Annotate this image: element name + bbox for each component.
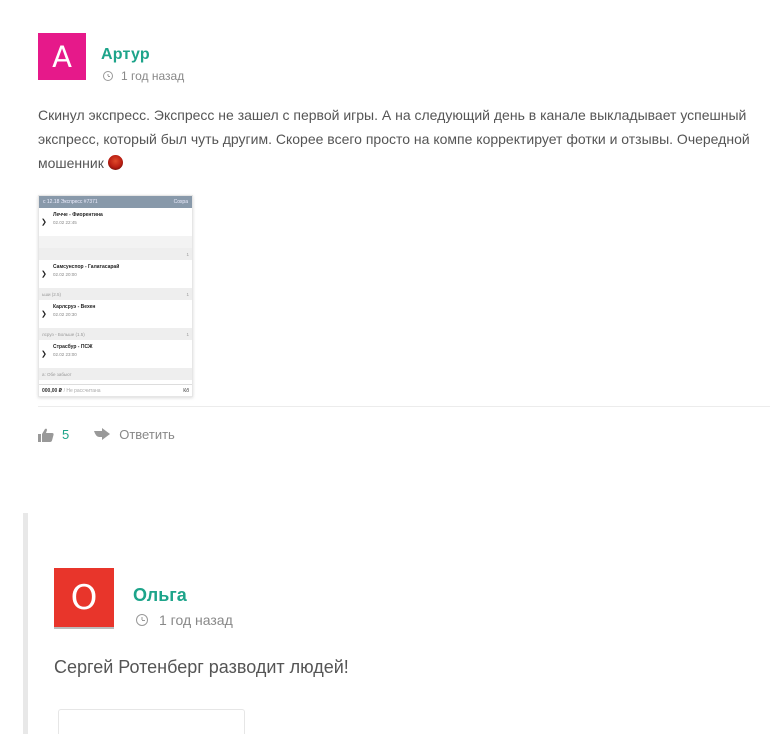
attachment-header-right: Сохра <box>173 199 188 205</box>
comment-attachment-image[interactable]: с 12.18 Экспресс #7371 Сохра ❯ Лечче - Ф… <box>38 195 193 397</box>
match-date: 02.02 22:45 <box>53 220 77 225</box>
attachment-footer-right: Кő <box>183 387 189 394</box>
reply-button[interactable]: Ответить <box>119 427 175 442</box>
match-arrow-icon: ❯ <box>41 271 47 278</box>
comment-author[interactable]: Артур <box>101 46 150 64</box>
thumbs-up-icon[interactable] <box>38 428 54 442</box>
attachment-spacer <box>39 236 192 248</box>
match-arrow-icon: ❯ <box>41 351 47 358</box>
comment-time: 1 год назад <box>159 612 233 628</box>
attachment-footer: 000,00 ₽ / Не рассчитана Кő <box>39 384 192 396</box>
comment-time: 1 год назад <box>121 69 185 83</box>
angry-face-icon <box>107 155 123 170</box>
match-name: Страсбур - ПСЖ <box>53 344 93 350</box>
match-date: 02.02 23:00 <box>53 352 77 357</box>
comment-divider <box>38 406 770 407</box>
bet-value: 1 <box>186 251 189 257</box>
like-count: 5 <box>62 427 70 442</box>
attachment-status: / Не рассчитана <box>63 387 101 394</box>
bet-value: 1 <box>186 331 189 337</box>
attachment-match: ❯ Лечче - Фиорентина 02.02 22:45 <box>39 208 192 236</box>
attachment-footer-left: 000,00 ₽ / Не рассчитана <box>42 388 101 394</box>
comment-actions: 5 Ответить <box>38 427 175 442</box>
comment-text: Скинул экспресс. Экспресс не зашел с пер… <box>38 103 763 175</box>
attachment-bet: а: Обе забьют <box>39 368 192 380</box>
attachment-bet: 1 <box>39 248 192 260</box>
attachment-match: ❯ Самсунспор - Галатасарай 02.02 20:00 <box>39 260 192 288</box>
bet-value: 1 <box>186 291 189 297</box>
match-arrow-icon: ❯ <box>41 311 47 318</box>
comment-attachment-image[interactable] <box>58 709 245 734</box>
attachment-header: с 12.18 Экспресс #7371 Сохра <box>39 196 192 208</box>
comment-text-body: Скинул экспресс. Экспресс не зашел с пер… <box>38 107 750 171</box>
match-name: Самсунспор - Галатасарай <box>53 264 120 270</box>
match-date: 02.02 20:30 <box>53 312 77 317</box>
comment-text: Сергей Ротенберг разводит людей! <box>54 657 349 677</box>
reply-icon[interactable] <box>93 428 111 441</box>
reply-thread-line <box>23 513 28 734</box>
avatar[interactable]: О <box>54 568 114 629</box>
bet-label: ьши (2.5) <box>42 291 61 297</box>
clock-icon <box>103 71 113 81</box>
match-name: Лечче - Фиорентина <box>53 212 103 218</box>
clock-icon <box>136 614 148 626</box>
attachment-match: ❯ Страсбур - ПСЖ 02.02 23:00 <box>39 340 192 368</box>
attachment-header-left: с 12.18 Экспресс #7371 <box>43 199 98 205</box>
match-date: 02.02 20:00 <box>53 272 77 277</box>
attachment-amount: 000,00 ₽ <box>42 387 63 394</box>
avatar[interactable]: А <box>38 33 86 80</box>
comment-meta: 1 год назад <box>103 69 184 83</box>
attachment-match: ❯ Карлсруэ - Вехен 02.02 20:30 <box>39 300 192 328</box>
bet-label: а: Обе забьют <box>42 371 72 377</box>
match-arrow-icon: ❯ <box>41 219 47 226</box>
match-name: Карлсруэ - Вехен <box>53 304 96 310</box>
bet-label: лсруэ - Больше (1.5) <box>42 331 85 337</box>
attachment-bet: ьши (2.5) 1 <box>39 288 192 300</box>
comment-author[interactable]: Ольга <box>133 585 187 606</box>
attachment-bet: лсруэ - Больше (1.5) 1 <box>39 328 192 340</box>
comment-meta: 1 год назад <box>136 612 233 628</box>
